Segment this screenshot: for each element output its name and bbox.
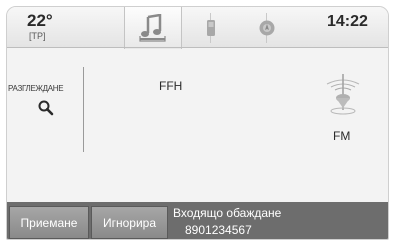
content-divider: [83, 67, 84, 152]
phone-icon: [207, 19, 215, 36]
status-bar: 22° [TP] 14:22: [7, 7, 388, 49]
incoming-call-bar: Приемане Игнорира Входящо обаждане 89012…: [7, 202, 388, 239]
caller-number: 8901234567: [185, 223, 252, 237]
music-note-icon: [139, 14, 166, 42]
call-status-label: Входящо обаждане: [173, 206, 282, 220]
header-divider: [7, 47, 388, 48]
temperature-readout[interactable]: 22°: [27, 11, 53, 31]
search-icon[interactable]: [37, 99, 55, 117]
clock: 14:22: [327, 13, 368, 30]
station-name: FFH: [159, 79, 183, 93]
browse-label[interactable]: РАЗГЛЕЖДАНЕ: [8, 84, 64, 93]
ignore-call-button[interactable]: Игнорира: [91, 206, 168, 239]
infotainment-screen: 22° [TP] 14:22 РАЗГЛЕЖДАНЕ FFH FM Приема…: [0, 0, 395, 244]
navigation-icon: [259, 20, 275, 35]
tab-audio[interactable]: [124, 7, 182, 49]
tab-navigation[interactable]: [239, 7, 295, 48]
display-frame: 22° [TP] 14:22 РАЗГЛЕЖДАНЕ FFH FM Приема…: [6, 6, 389, 240]
tab-phone[interactable]: [183, 7, 239, 48]
accept-call-button[interactable]: Приемане: [9, 206, 89, 239]
antenna-icon: [326, 74, 360, 115]
band-label: FM: [333, 129, 351, 143]
climate-mode-label: [TP]: [29, 31, 46, 41]
